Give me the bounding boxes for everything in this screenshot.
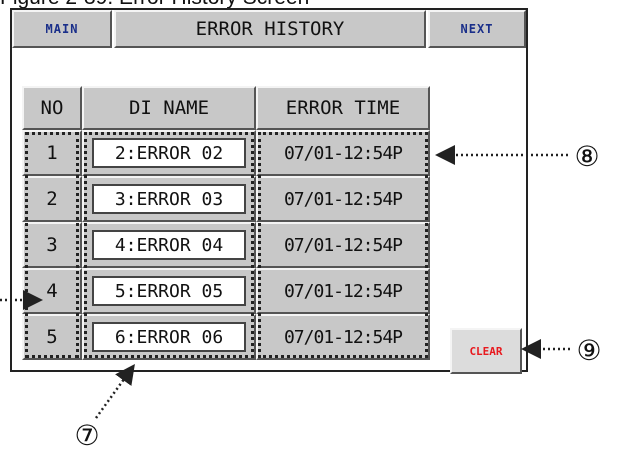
callout-9: ⑨ <box>574 334 604 367</box>
callout-8: ⑧ <box>572 140 602 173</box>
callout-7: ⑦ <box>72 419 102 452</box>
callout-leaders <box>0 145 570 419</box>
leader-line-7 <box>94 363 135 419</box>
